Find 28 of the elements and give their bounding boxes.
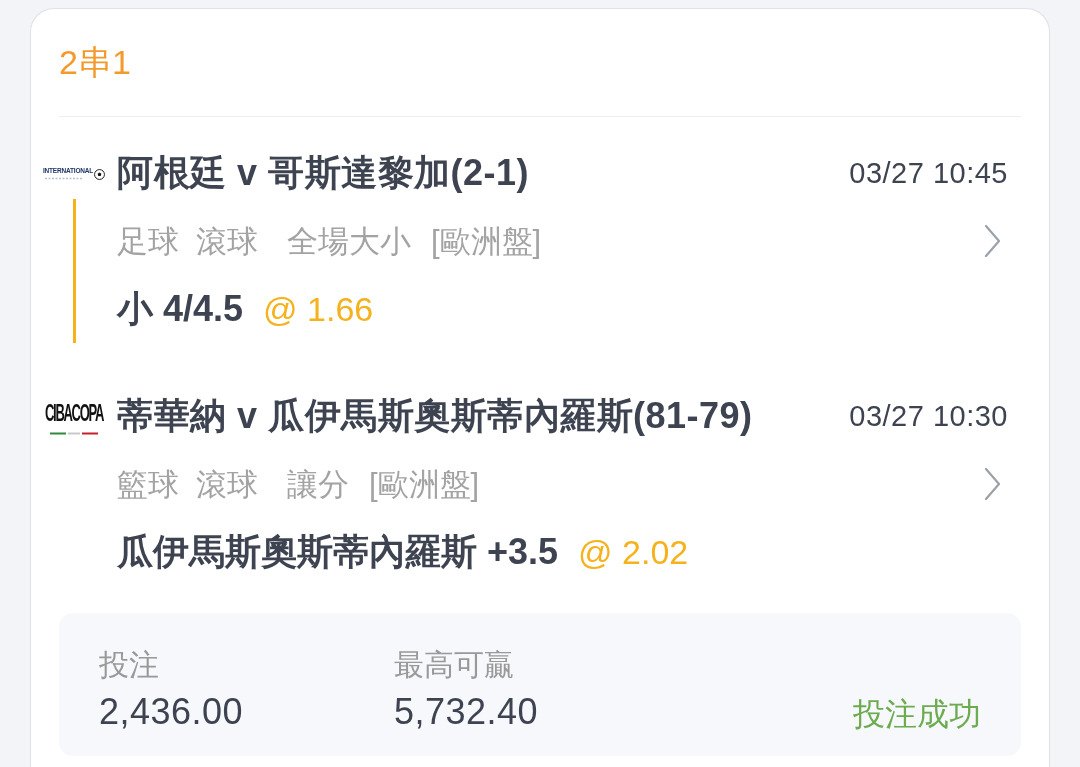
odds-format-tag: [歐洲盤] xyxy=(431,225,542,257)
selection-text: 瓜伊馬斯奧斯蒂內羅斯 +3.5 xyxy=(117,534,559,570)
sport-tag: 足球 xyxy=(117,225,179,257)
max-win-label: 最高可贏 xyxy=(394,650,514,680)
odds-format-tag: [歐洲盤] xyxy=(369,468,480,500)
chevron-right-icon[interactable] xyxy=(984,225,1000,257)
bet-status: 投注成功 xyxy=(853,698,981,730)
max-win-amount: 5,732.40 xyxy=(394,694,539,730)
soccer-ball-icon xyxy=(94,168,105,180)
chevron-right-icon[interactable] xyxy=(984,468,1000,500)
odds-text: @ 1.66 xyxy=(263,292,374,326)
stake-amount: 2,436.00 xyxy=(99,694,244,730)
flag-stripe-icon xyxy=(50,432,98,435)
mode-tag: 滾球 xyxy=(196,225,258,257)
match-time: 03/27 10:45 xyxy=(849,158,1008,188)
market-tag: 全場大小 xyxy=(287,225,411,257)
stake-label: 投注 xyxy=(99,650,159,680)
logo-text: CIBACOPA xyxy=(45,400,103,425)
faded-line-icon xyxy=(43,176,83,180)
mode-tag: 滾球 xyxy=(196,468,258,500)
match-title: 蒂華納 v 瓜伊馬斯奧斯蒂內羅斯(81-79) xyxy=(117,398,753,434)
match-time: 03/27 10:30 xyxy=(849,401,1008,431)
match-title: 阿根廷 v 哥斯達黎加(2-1) xyxy=(117,155,530,191)
odds-text: @ 2.02 xyxy=(578,535,689,569)
market-tag: 讓分 xyxy=(287,468,349,500)
sport-tag: 籃球 xyxy=(117,468,179,500)
selection-text: 小 4/4.5 xyxy=(117,291,244,327)
bet-type-title: 2串1 xyxy=(59,44,131,79)
